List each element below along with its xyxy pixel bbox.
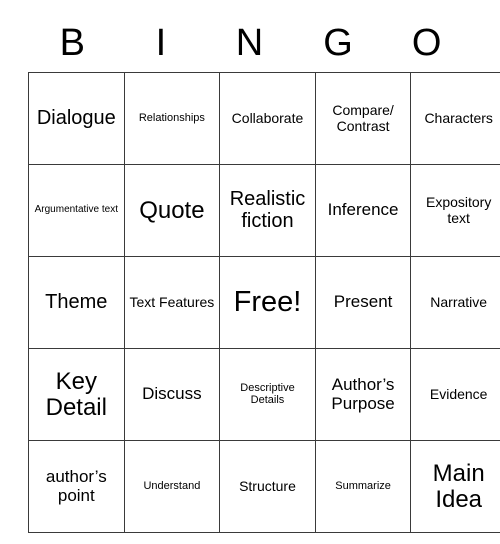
bingo-cell-free[interactable]: Free! bbox=[219, 256, 316, 349]
bingo-header-letter-n: N bbox=[235, 22, 264, 64]
bingo-cell-label: Realistic fiction bbox=[229, 187, 306, 232]
bingo-row: Key Detail Discuss Descriptive Details A… bbox=[28, 348, 500, 441]
bingo-cell-label: Text Features bbox=[129, 293, 215, 310]
bingo-cell[interactable]: author’s point bbox=[28, 440, 125, 533]
bingo-cell[interactable]: Text Features bbox=[123, 256, 221, 349]
bingo-cell[interactable]: Compare/ Contrast bbox=[314, 72, 412, 165]
bingo-cell-label: author’s point bbox=[45, 467, 107, 505]
bingo-cell[interactable]: Quote bbox=[123, 164, 221, 257]
bingo-cell-label: Argumentative text bbox=[34, 204, 118, 216]
bingo-row: Argumentative text Quote Realistic ficti… bbox=[28, 164, 500, 257]
bingo-cell-label: Theme bbox=[45, 290, 108, 313]
bingo-cell[interactable]: Realistic fiction bbox=[219, 164, 316, 257]
bingo-cell-label: Understand bbox=[143, 479, 201, 492]
bingo-cell-label: Compare/ Contrast bbox=[332, 102, 394, 134]
bingo-cell[interactable]: Dialogue bbox=[28, 72, 125, 165]
bingo-cell-label: Structure bbox=[239, 477, 296, 494]
bingo-cell[interactable]: Collaborate bbox=[219, 72, 316, 165]
bingo-cell[interactable]: Structure bbox=[219, 440, 316, 533]
bingo-cell-label: Present bbox=[333, 292, 393, 312]
bingo-cell[interactable]: Key Detail bbox=[28, 348, 125, 441]
bingo-header-letter-b: B bbox=[59, 22, 85, 64]
bingo-header-letter-g: G bbox=[323, 22, 353, 64]
bingo-cell[interactable]: Argumentative text bbox=[28, 164, 125, 257]
bingo-cell-label: Free! bbox=[233, 285, 302, 318]
bingo-cell[interactable]: Expository text bbox=[410, 164, 500, 257]
bingo-cell-label: Summarize bbox=[335, 479, 391, 492]
bingo-card: B I N G O Dialogue Relationships Collabo… bbox=[28, 14, 500, 533]
bingo-cell-label: Relationships bbox=[138, 111, 205, 124]
bingo-cell-label: Dialogue bbox=[36, 106, 116, 129]
bingo-cell[interactable]: Discuss bbox=[123, 348, 221, 441]
bingo-row: Dialogue Relationships Collaborate Compa… bbox=[28, 72, 500, 165]
bingo-grid: Dialogue Relationships Collaborate Compa… bbox=[28, 72, 500, 533]
bingo-cell[interactable]: Theme bbox=[28, 256, 125, 349]
bingo-cell-label: Collaborate bbox=[231, 109, 304, 126]
bingo-header-letter-o: O bbox=[411, 22, 442, 64]
bingo-cell[interactable]: Understand bbox=[123, 440, 221, 533]
bingo-cell[interactable]: Characters bbox=[410, 72, 500, 165]
bingo-cell-label: Characters bbox=[424, 109, 493, 126]
bingo-cell-label: Author’s Purpose bbox=[331, 375, 395, 413]
bingo-row: Theme Text Features Free! Present Narrat… bbox=[28, 256, 500, 349]
bingo-cell-label: Key Detail bbox=[45, 367, 107, 421]
bingo-row: author’s point Understand Structure Summ… bbox=[28, 440, 500, 533]
bingo-cell[interactable]: Inference bbox=[314, 164, 412, 257]
bingo-header-row: B I N G O bbox=[28, 14, 471, 72]
bingo-cell[interactable]: Relationships bbox=[123, 72, 221, 165]
bingo-cell-label: Evidence bbox=[429, 385, 488, 402]
bingo-cell-label: Narrative bbox=[430, 293, 488, 310]
bingo-cell[interactable]: Descriptive Details bbox=[219, 348, 316, 441]
bingo-cell[interactable]: Evidence bbox=[410, 348, 500, 441]
bingo-cell-label: Expository text bbox=[425, 194, 492, 226]
bingo-cell-label: Descriptive Details bbox=[240, 381, 295, 406]
bingo-cell[interactable]: Narrative bbox=[410, 256, 500, 349]
bingo-cell[interactable]: Summarize bbox=[314, 440, 412, 533]
bingo-cell-label: Main Idea bbox=[432, 459, 485, 513]
bingo-cell-label: Discuss bbox=[142, 384, 202, 404]
bingo-cell[interactable]: Main Idea bbox=[410, 440, 500, 533]
bingo-cell[interactable]: Author’s Purpose bbox=[314, 348, 412, 441]
bingo-cell-label: Quote bbox=[139, 196, 205, 224]
bingo-cell[interactable]: Present bbox=[314, 256, 412, 349]
bingo-header-letter-i: I bbox=[155, 22, 167, 64]
bingo-cell-label: Inference bbox=[327, 200, 399, 220]
